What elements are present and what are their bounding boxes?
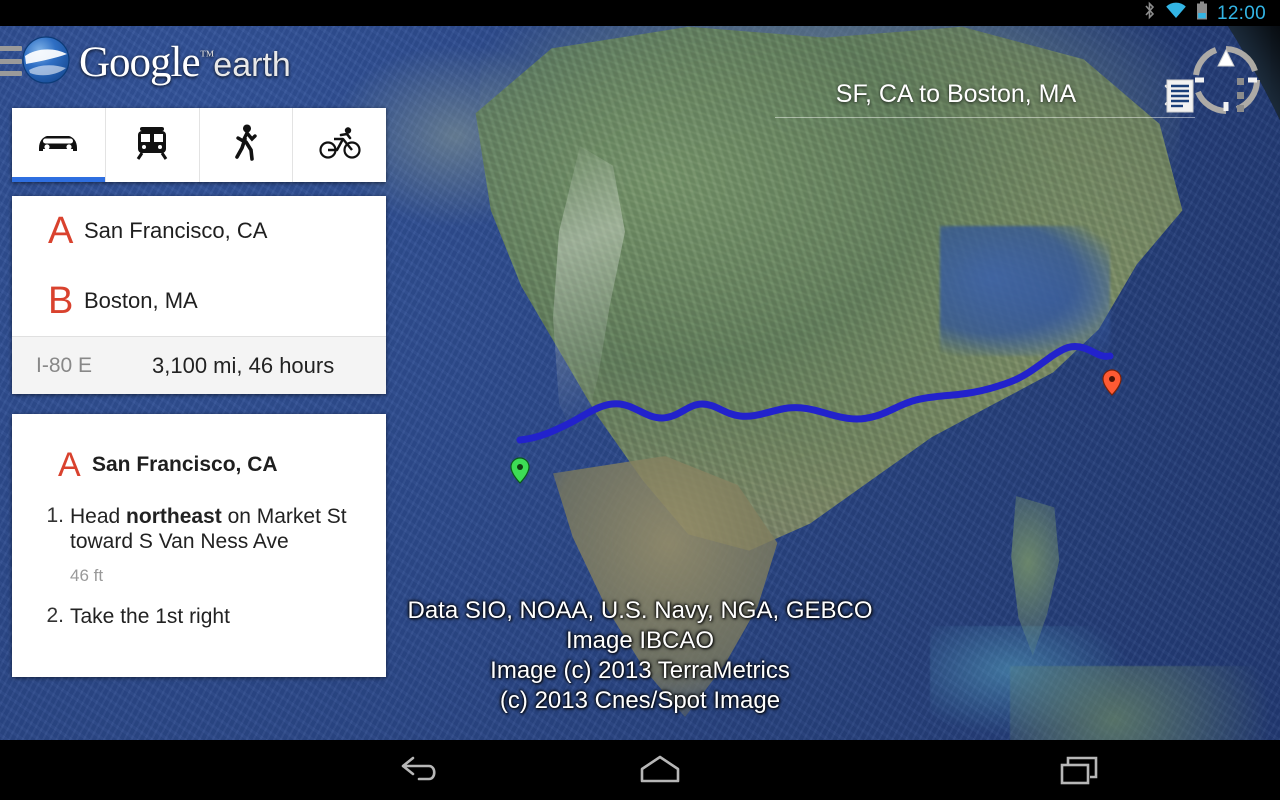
step-number: 1.: [46, 504, 64, 527]
steps-list: 1. Head northeast on Market St toward S …: [12, 504, 386, 629]
hamburger-menu-icon[interactable]: [0, 46, 22, 76]
tab-bicycling[interactable]: [293, 108, 386, 182]
recent-apps-icon[interactable]: [960, 740, 1200, 800]
attribution-line: Data SIO, NOAA, U.S. Navy, NGA, GEBCO: [407, 597, 873, 624]
route-summary-row[interactable]: I-80 E 3,100 mi, 46 hours: [12, 336, 386, 394]
attribution-line: Image IBCAO: [565, 627, 715, 654]
travel-mode-tabs: [12, 108, 386, 182]
directions-list-icon[interactable]: [1160, 76, 1200, 116]
battery-icon: [1196, 1, 1208, 25]
search-input[interactable]: SF, CA to Boston, MA: [775, 80, 1155, 109]
search-field[interactable]: SF, CA to Boston, MA: [775, 72, 1195, 118]
directions-panel: A San Francisco, CA B Boston, MA I-80 E …: [12, 108, 386, 677]
google-earth-logo: Google™earth: [20, 30, 291, 94]
back-icon[interactable]: [300, 740, 540, 800]
steps-origin-header: A San Francisco, CA: [12, 414, 386, 482]
earth-globe-logo-icon: [20, 34, 72, 91]
logo-google-text: Google: [79, 38, 201, 86]
android-navigation-bar: [0, 740, 1280, 800]
logo-trademark: ™: [199, 48, 215, 65]
tab-transit[interactable]: [106, 108, 200, 182]
step-text-bold: northeast: [126, 505, 222, 528]
attribution-line: (c) 2013 Cnes/Spot Image: [499, 687, 781, 714]
logo-wordmark: Google™earth: [79, 41, 291, 84]
tab-driving[interactable]: [12, 108, 106, 182]
route-distance-time: 3,100 mi, 46 hours: [152, 352, 335, 378]
endpoint-name: San Francisco, CA: [84, 218, 268, 243]
wifi-icon: [1165, 2, 1187, 24]
steps-origin-name: San Francisco, CA: [92, 453, 278, 476]
endpoints-card: A San Francisco, CA B Boston, MA I-80 E …: [12, 196, 386, 394]
android-status-bar: 12:00: [0, 0, 1280, 26]
list-item[interactable]: 2. Take the 1st right: [46, 604, 368, 629]
device-screen: Data SIO, NOAA, U.S. Navy, NGA, GEBCO Im…: [0, 0, 1280, 800]
steps-origin-letter: A: [58, 446, 81, 484]
landmass-south-america: [1010, 666, 1270, 740]
status-clock: 12:00: [1216, 2, 1266, 24]
step-number: 2.: [46, 604, 64, 627]
map-attribution: Data SIO, NOAA, U.S. Navy, NGA, GEBCO Im…: [390, 596, 890, 716]
home-icon[interactable]: [540, 740, 780, 800]
endpoint-letter: A: [48, 210, 74, 252]
great-lakes: [940, 226, 1110, 356]
step-instruction: Head northeast on Market St toward S Van…: [70, 504, 368, 554]
transit-icon: [134, 125, 170, 166]
bluetooth-icon: [1143, 1, 1156, 25]
step-instruction: Take the 1st right: [70, 604, 368, 629]
step-text-before: Take the 1st right: [70, 605, 230, 628]
tab-walking[interactable]: [200, 108, 294, 182]
endpoint-row-b[interactable]: B Boston, MA: [12, 266, 386, 336]
logo-earth-text: earth: [213, 45, 291, 84]
directions-steps-card[interactable]: A San Francisco, CA 1. Head northeast on…: [12, 414, 386, 677]
endpoint-row-a[interactable]: A San Francisco, CA: [12, 196, 386, 266]
bicycle-icon: [319, 126, 361, 165]
car-icon: [35, 128, 81, 163]
app-bar: Google™earth SF, CA to Boston, MA: [0, 26, 1280, 118]
endpoint-name: Boston, MA: [84, 288, 198, 313]
route-road-label: I-80 E: [36, 353, 93, 377]
list-item[interactable]: 1. Head northeast on Market St toward S …: [46, 504, 368, 586]
step-text-before: Head: [70, 505, 127, 528]
endpoint-letter: B: [48, 280, 74, 322]
walking-icon: [231, 124, 261, 167]
attribution-line: Image (c) 2013 TerraMetrics: [490, 657, 790, 684]
more-options-icon[interactable]: [1228, 78, 1252, 112]
step-distance: 46 ft: [70, 566, 104, 585]
